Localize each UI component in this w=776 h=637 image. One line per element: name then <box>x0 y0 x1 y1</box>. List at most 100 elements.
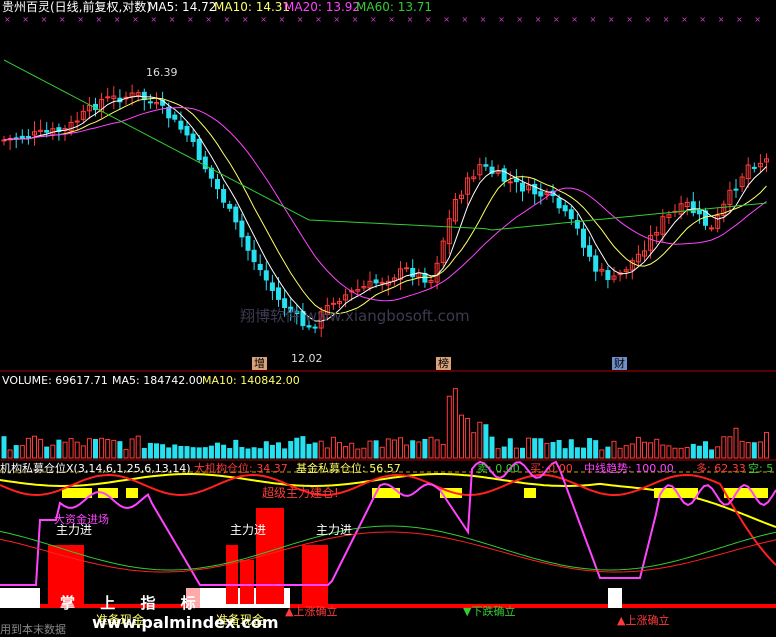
volume-bar <box>13 445 19 459</box>
volume-bar <box>50 444 56 459</box>
volume-bar <box>135 435 141 459</box>
volume-bar <box>44 446 50 459</box>
volume-bar <box>501 446 507 459</box>
event-badge-zeng[interactable]: 增 <box>252 357 267 370</box>
top-marker: × <box>699 15 706 24</box>
volume-bar <box>123 448 129 459</box>
volume-bar <box>154 443 159 459</box>
top-marker: × <box>260 15 267 24</box>
volume-bar <box>178 445 184 459</box>
volume-bar <box>532 438 538 459</box>
volume-bar <box>80 445 86 459</box>
volume-bar <box>208 445 214 459</box>
volume-bar <box>294 437 300 459</box>
top-marker: × <box>169 15 176 24</box>
volume-ma10-readout: MA10: 140842.00 <box>202 374 300 387</box>
volume-bar <box>147 442 153 459</box>
price-candle-body <box>263 270 269 281</box>
volume-bar <box>489 436 495 459</box>
volume-bar <box>93 438 98 459</box>
top-marker: × <box>114 15 121 24</box>
volume-bar <box>38 438 44 459</box>
top-marker: × <box>4 15 11 24</box>
price-candle-body <box>245 235 251 251</box>
volume-bar <box>477 421 483 459</box>
volume-bar <box>68 438 74 459</box>
volume-bar <box>312 442 318 459</box>
volume-bar <box>690 443 696 459</box>
volume-bar <box>465 417 471 459</box>
volume-bar <box>391 439 397 459</box>
volume-bar <box>593 440 599 459</box>
top-marker: × <box>132 15 139 24</box>
volume-bar <box>513 447 519 459</box>
ma10-line <box>3 97 767 315</box>
top-marker: × <box>736 15 743 24</box>
volume-bar <box>410 440 416 459</box>
top-marker: × <box>224 15 231 24</box>
volume-bar <box>696 445 702 459</box>
price-candle-body <box>74 120 80 123</box>
price-candle-body <box>178 120 184 130</box>
top-marker: × <box>590 15 597 24</box>
super-main-label: 超级主力建仓! <box>262 486 339 500</box>
price-candle-body <box>239 220 245 238</box>
top-marker: × <box>571 15 578 24</box>
sell-readout: 卖: 0.00 <box>477 462 520 475</box>
main-force-block <box>240 560 254 604</box>
event-badge-bang[interactable]: 榜 <box>436 357 451 370</box>
price-candle-body <box>269 282 275 291</box>
inst-position-readout: 大机构仓位: 34.37 <box>194 462 288 475</box>
volume-bar <box>617 447 623 459</box>
price-candle-body <box>593 255 599 272</box>
event-badge-cai[interactable]: 财 <box>612 357 627 370</box>
price-candle-body <box>696 209 702 215</box>
price-candle-body <box>44 130 50 133</box>
volume-bar <box>751 442 757 459</box>
volume-bar <box>611 440 617 459</box>
top-marker: × <box>626 15 633 24</box>
volume-bar <box>635 436 641 459</box>
top-marker: × <box>681 15 688 24</box>
volume-readout: VOLUME: 69617.71 <box>2 374 108 387</box>
price-candle-body <box>330 302 336 305</box>
price-candle-body <box>733 188 739 191</box>
long-line <box>0 531 776 573</box>
volume-bar <box>349 442 355 459</box>
volume-bar <box>544 442 550 459</box>
price-candle-body <box>404 267 410 270</box>
price-candle-body <box>221 189 227 203</box>
top-marker: × <box>535 15 542 24</box>
rise-confirm-label-2: ▲上涨确立 <box>617 614 670 627</box>
volume-bar <box>587 438 593 459</box>
volume-bar <box>666 445 672 459</box>
top-marker: × <box>315 15 322 24</box>
watermark: 翔博软件 www.xiangbosoft.com <box>240 307 470 325</box>
top-marker: × <box>77 15 84 24</box>
price-candle-body <box>25 136 31 139</box>
volume-bar <box>459 414 464 459</box>
volume-bar <box>574 447 580 459</box>
volume-bar <box>172 444 178 459</box>
volume-bar <box>105 439 111 459</box>
ma20-readout: MA20: 13.92 <box>284 0 361 14</box>
volume-bar <box>111 439 117 459</box>
volume-bar <box>660 444 666 459</box>
price-candle-body <box>227 203 233 209</box>
build-position-marker <box>724 488 768 498</box>
volume-bar <box>74 441 80 459</box>
volume-bar <box>62 441 68 459</box>
price-candle-body <box>709 227 715 230</box>
price-candle-body <box>215 179 220 190</box>
ma5-line <box>3 95 767 322</box>
indicator-title: 机构私募仓位X(3,14,6,1,25,6,13,14) <box>0 462 191 475</box>
volume-bar <box>446 395 452 459</box>
price-candle-body <box>172 114 178 120</box>
top-marker: × <box>516 15 523 24</box>
price-candle-body <box>196 138 202 161</box>
volume-bar <box>282 448 288 459</box>
price-candle-body <box>312 326 318 329</box>
price-candle-body <box>166 106 172 119</box>
volume-ma5-readout: MA5: 184742.00 <box>112 374 203 387</box>
volume-bar <box>629 443 635 459</box>
